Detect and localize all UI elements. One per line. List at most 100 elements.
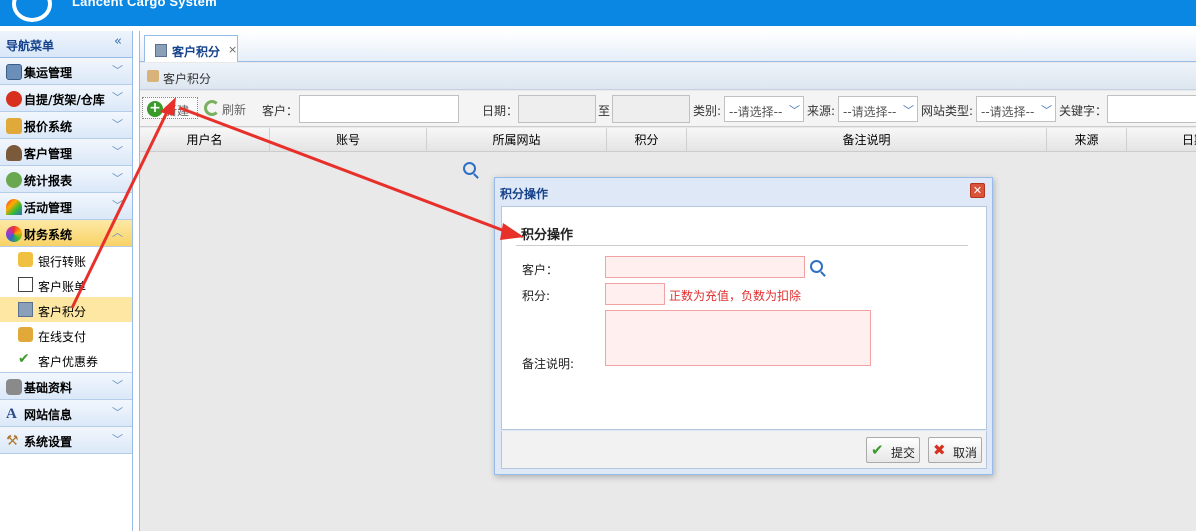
sidebar-item-label: 报价系统 xyxy=(24,120,73,134)
chevron-down-icon[interactable]: ﹀ xyxy=(112,170,123,186)
toolbar: + 新建 刷新 客户： 日期： 至 类别: --请选择-- ﹀ 来源: --请选… xyxy=(140,91,1196,175)
sidebar-subitem-label: 在线支付 xyxy=(38,330,87,344)
source-label: 来源: xyxy=(807,104,836,118)
column-header[interactable]: 备注说明 xyxy=(687,128,1047,152)
dialog-section-title: 积分操作 xyxy=(521,228,574,243)
finance-submenu: 银行转账 客户账单 客户积分 在线支付 ✔ 客户优惠券 xyxy=(0,247,132,373)
sidebar-item-customer[interactable]: 客户管理 ﹀ xyxy=(0,139,132,166)
sidebar-subitem-coupons[interactable]: ✔ 客户优惠券 xyxy=(0,347,132,372)
sidebar-subitem-bank-transfer[interactable]: 银行转账 xyxy=(0,247,132,272)
source-select-value: --请选择-- xyxy=(843,105,897,119)
points-field[interactable] xyxy=(605,283,665,305)
category-label: 类别: xyxy=(693,104,722,118)
cancel-button[interactable]: ✖ 取消 xyxy=(928,437,982,463)
date-to-label: 至 xyxy=(598,104,611,118)
remark-field-label: 备注说明: xyxy=(522,357,575,371)
sidebar-item-label: 基础资料 xyxy=(24,381,73,395)
logo-icon xyxy=(12,0,52,22)
user-icon xyxy=(6,145,22,161)
site-type-label: 网站类型: xyxy=(921,104,974,118)
sidebar-item-label: 网站信息 xyxy=(24,408,73,422)
submit-button-label: 提交 xyxy=(891,446,916,460)
dialog-title: 积分操作 xyxy=(500,187,549,201)
checkmark-icon: ✔ xyxy=(871,441,884,459)
refresh-button[interactable]: 刷新 xyxy=(200,97,250,119)
new-button-label: 新建 xyxy=(165,104,190,118)
rainbow-icon xyxy=(6,199,22,215)
search-icon[interactable] xyxy=(463,162,476,175)
date-to-input[interactable] xyxy=(612,95,690,123)
chevron-down-icon[interactable]: ﹀ xyxy=(112,404,123,420)
column-header[interactable]: 账号 xyxy=(270,128,427,152)
calculator-icon xyxy=(18,302,33,317)
chevron-down-icon[interactable]: ﹀ xyxy=(112,143,123,159)
sidebar-item-label: 客户管理 xyxy=(24,147,73,161)
new-button[interactable]: + 新建 xyxy=(142,97,198,119)
sidebar-item-activities[interactable]: 活动管理 ﹀ xyxy=(0,193,132,220)
sidebar-item-label: 统计报表 xyxy=(24,174,73,188)
sidebar-item-pickup-warehouse[interactable]: 自提/货架/仓库 ﹀ xyxy=(0,85,132,112)
site-type-select[interactable]: --请选择-- ﹀ xyxy=(976,96,1056,122)
chevron-down-icon[interactable]: ﹀ xyxy=(112,89,123,105)
points-dialog: 积分操作 ✕ 积分操作 客户： 积分: 正数为充值，负数为扣除 备注说明: ✔ … xyxy=(494,177,993,475)
refresh-icon xyxy=(204,100,220,116)
column-header[interactable]: 所属网站 xyxy=(427,128,607,152)
chevron-down-icon[interactable]: ﹀ xyxy=(112,116,123,132)
sidebar-subitem-customer-points[interactable]: 客户积分 xyxy=(0,297,132,322)
sidebar-subitem-online-payment[interactable]: 在线支付 xyxy=(0,322,132,347)
keyword-label: 关键字： xyxy=(1059,104,1108,118)
chevron-down-icon[interactable]: ﹀ xyxy=(112,431,123,447)
red-circle-icon xyxy=(6,91,22,107)
chevron-down-icon[interactable]: ﹀ xyxy=(112,62,123,78)
sidebar-subitem-label: 客户积分 xyxy=(38,305,87,319)
sidebar-item-basic-data[interactable]: 基础资料 ﹀ xyxy=(0,373,132,400)
sidebar-item-quote[interactable]: 报价系统 ﹀ xyxy=(0,112,132,139)
double-chevron-left-icon[interactable]: « xyxy=(114,34,122,49)
date-label: 日期： xyxy=(482,104,519,118)
submit-button[interactable]: ✔ 提交 xyxy=(866,437,920,463)
remark-textarea[interactable] xyxy=(605,310,871,366)
source-select[interactable]: --请选择-- ﹀ xyxy=(838,96,918,122)
keyword-input[interactable] xyxy=(1107,95,1196,123)
sidebar-subitem-customer-bill[interactable]: 客户账单 xyxy=(0,272,132,297)
close-icon[interactable]: ✕ xyxy=(970,183,985,198)
nav-header: 导航菜单 « xyxy=(0,31,132,58)
site-type-select-value: --请选择-- xyxy=(981,105,1035,119)
database-icon xyxy=(6,379,22,395)
customer-field[interactable] xyxy=(605,256,805,278)
chevron-down-icon[interactable]: ﹀ xyxy=(112,197,123,213)
chevron-down-icon[interactable]: ﹀ xyxy=(112,377,123,393)
wrench-icon: ⚒ xyxy=(6,433,19,449)
tab-customer-points[interactable]: 客户积分 × xyxy=(144,35,238,62)
sidebar-item-reports[interactable]: 统计报表 ﹀ xyxy=(0,166,132,193)
column-header[interactable]: 来源 xyxy=(1047,128,1127,152)
sidebar-item-label: 集运管理 xyxy=(24,66,73,80)
sidebar-item-system-settings[interactable]: ⚒ 系统设置 ﹀ xyxy=(0,427,132,454)
brand-text: Lancent Cargo System xyxy=(72,0,217,9)
sidebar-item-consolidation[interactable]: 集运管理 ﹀ xyxy=(0,58,132,85)
date-from-input[interactable] xyxy=(518,95,596,123)
customer-filter-input[interactable] xyxy=(299,95,459,123)
sidebar-item-finance[interactable]: 财务系统 ︿ xyxy=(0,220,132,247)
document-icon xyxy=(18,277,33,292)
chevron-up-icon[interactable]: ︿ xyxy=(112,224,123,240)
sidebar-subitem-label: 银行转账 xyxy=(38,255,87,269)
category-select[interactable]: --请选择-- ﹀ xyxy=(724,96,804,122)
search-icon[interactable] xyxy=(810,260,823,273)
checkmark-icon: ✔ xyxy=(18,351,30,367)
column-header[interactable]: 用户名 xyxy=(140,128,270,152)
tab-strip: 客户积分 × xyxy=(140,31,1196,62)
column-header[interactable]: 日期 xyxy=(1127,128,1196,152)
panel-title: 客户积分 xyxy=(163,72,212,86)
points-hint: 正数为充值，负数为扣除 xyxy=(669,289,802,303)
globe-icon xyxy=(6,172,22,188)
font-icon: A xyxy=(6,406,17,422)
column-header[interactable]: 积分 xyxy=(607,128,687,152)
panel-title-bar: 客户积分 xyxy=(140,63,1196,90)
calculator-icon xyxy=(155,44,167,57)
sidebar-subitem-label: 客户优惠券 xyxy=(38,355,99,369)
dialog-header: 积分操作 ✕ xyxy=(495,178,992,205)
sidebar-subitem-label: 客户账单 xyxy=(38,280,87,294)
close-tab-icon[interactable]: × xyxy=(228,43,237,56)
sidebar-item-website-info[interactable]: A 网站信息 ﹀ xyxy=(0,400,132,427)
